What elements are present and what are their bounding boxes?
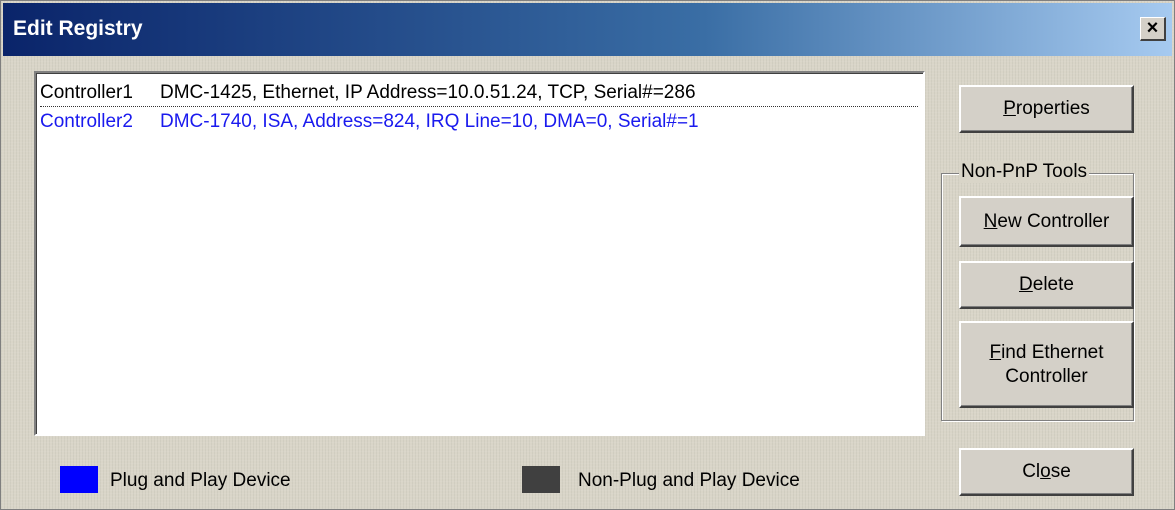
close-window-button[interactable]: × (1140, 17, 1166, 41)
controller-name: Controller2 (40, 111, 133, 132)
pnp-legend-label: Plug and Play Device (110, 470, 291, 491)
find-ethernet-controller-button[interactable]: Find Ethernet Controller (959, 321, 1134, 408)
pnp-color-swatch (60, 466, 98, 493)
close-button-label: Close (1022, 461, 1071, 482)
close-button[interactable]: Close (959, 448, 1134, 496)
list-item[interactable]: Controller2 DMC-1740, ISA, Address=824, I… (40, 108, 918, 135)
new-controller-button-label: New Controller (983, 210, 1110, 232)
properties-button[interactable]: Properties (959, 85, 1134, 133)
find-ethernet-label-line1: Find Ethernet (989, 341, 1104, 363)
controller-detail: DMC-1425, Ethernet, IP Address=10.0.51.2… (160, 82, 696, 103)
delete-button-label: Delete (1019, 274, 1074, 295)
list-item[interactable]: Controller1 DMC-1425, Ethernet, IP Addres… (40, 79, 918, 107)
properties-button-label: Properties (1003, 98, 1090, 119)
find-ethernet-label-line2: Controller (1005, 365, 1088, 387)
edit-registry-dialog: Edit Registry × Controller1 DMC-1425, Eth… (0, 0, 1175, 510)
group-label: Non-PnP Tools (959, 161, 1090, 183)
window-title: Edit Registry (13, 17, 143, 40)
title-bar: Edit Registry × (3, 3, 1172, 56)
delete-button[interactable]: Delete (959, 261, 1134, 309)
non-pnp-legend-label: Non-Plug and Play Device (578, 470, 800, 491)
controller-detail: DMC-1740, ISA, Address=824, IRQ Line=10,… (160, 111, 699, 132)
controller-list[interactable]: Controller1 DMC-1425, Ethernet, IP Addres… (34, 71, 925, 436)
new-controller-button[interactable]: New Controller (959, 196, 1134, 247)
controller-name: Controller1 (40, 82, 133, 103)
non-pnp-color-swatch (522, 466, 560, 493)
